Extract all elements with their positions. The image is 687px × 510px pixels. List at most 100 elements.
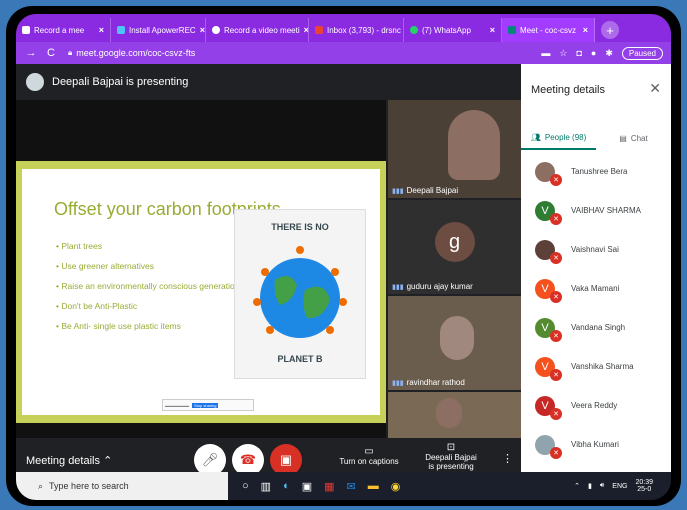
tray-chevron-icon[interactable]: ⌃: [574, 482, 580, 490]
participant-name: Vaka Mamani: [571, 284, 620, 293]
video-tile[interactable]: g ▮▮▮ guduru ajay kumar: [388, 200, 521, 294]
participant-name: Vaishnavi Sai: [571, 245, 619, 254]
tab-chat[interactable]: ▤ Chat: [596, 126, 671, 150]
sharing-notice-bar: ▬▬▬▬▬▬ Stop sharing: [162, 399, 254, 411]
avatar-initial: V: [541, 360, 549, 373]
audio-level-icon: ▮▮▮: [392, 187, 404, 195]
muted-mic-icon: ✕: [550, 407, 562, 420]
captions-button[interactable]: ▭ Turn on captions: [334, 446, 404, 466]
participant-row[interactable]: V ✕ VAIBHAV SHARMA: [521, 191, 671, 230]
gmail-favicon-icon: [315, 26, 323, 34]
meet-favicon-icon: [508, 26, 516, 34]
participant-name: Veera Reddy: [571, 401, 618, 410]
task-view-icon[interactable]: ▥: [261, 480, 271, 493]
browser-tab-active[interactable]: Meet - coc-csvz ×: [502, 18, 595, 42]
present-screen-icon: ⊡: [446, 442, 456, 453]
phone-hangup-icon: ☎︎: [239, 452, 257, 467]
avatar-initial: V: [541, 282, 549, 295]
back-arrow-icon[interactable]: →: [24, 47, 38, 59]
device-frame: Record a mee × Install ApowerREC × Record …: [6, 6, 681, 506]
stop-sharing-button[interactable]: Stop sharing: [192, 402, 219, 408]
participant-avatar: ✕: [535, 161, 562, 186]
participant-avatar: V ✕: [535, 395, 562, 420]
participant-row[interactable]: V ✕ Vanshika Sharma: [521, 347, 671, 386]
browser-tab[interactable]: Inbox (3,793) - drsnc×: [309, 18, 404, 42]
slide-bullets: Plant trees Use greener alternatives Rai…: [56, 241, 239, 341]
network-icon[interactable]: ▮: [588, 482, 592, 490]
mail-icon[interactable]: ✉: [347, 480, 356, 493]
tile-name: ▮▮▮ ravindhar rathod: [392, 378, 465, 387]
presenter-banner: Deepali Bajpai is presenting: [16, 64, 521, 100]
close-icon[interactable]: ✕: [649, 80, 661, 97]
profile-paused-button[interactable]: Paused: [621, 46, 663, 60]
store-icon[interactable]: ▣: [302, 480, 312, 493]
reload-icon[interactable]: C: [44, 47, 58, 59]
avatar-initial: V: [541, 399, 549, 412]
edge-icon[interactable]: ◐: [283, 480, 290, 493]
clock[interactable]: 20:39 25-0: [635, 479, 653, 493]
new-tab-button[interactable]: +: [601, 21, 619, 39]
browser-tab[interactable]: (7) WhatsApp ×: [404, 18, 502, 42]
extension-icon[interactable]: ●: [591, 48, 596, 58]
close-tab-icon[interactable]: ×: [99, 25, 104, 35]
video-tile[interactable]: ▮▮▮ Deepali Bajpai: [388, 100, 521, 198]
browser-tab[interactable]: Record a video meeti ×: [206, 18, 309, 42]
camera-off-icon: ▣: [279, 452, 293, 467]
toolbar-actions: ▬ ☆ ◘ ● ✱ Paused: [541, 46, 671, 60]
taskbar-search[interactable]: ⌕ Type here to search: [16, 472, 228, 500]
office-icon[interactable]: ▦: [324, 480, 334, 493]
close-tab-icon[interactable]: ×: [490, 25, 495, 35]
chrome-icon[interactable]: ◉: [391, 480, 401, 493]
earth-illustration: [253, 246, 347, 338]
puzzle-icon[interactable]: ✱: [605, 48, 613, 59]
video-tile[interactable]: [388, 392, 521, 438]
more-options-icon[interactable]: ⋮: [502, 452, 513, 465]
system-tray: ⌃ ▮ 🔊︎ ENG 20:39 25-0: [574, 479, 671, 493]
tab-label: Meet - coc-csvz: [520, 25, 577, 35]
browser-tab[interactable]: Record a mee ×: [16, 18, 111, 42]
explorer-icon[interactable]: ▬: [368, 480, 379, 493]
participant-row[interactable]: V ✕ Vandana Singh: [521, 308, 671, 347]
url-field[interactable]: meet.google.com/coc-csvz-fts: [76, 48, 195, 58]
muted-mic-icon: ✕: [550, 290, 562, 303]
star-icon[interactable]: ☆: [559, 48, 567, 59]
participant-avatar: ✕: [535, 239, 562, 264]
search-placeholder: Type here to search: [49, 481, 129, 491]
language-indicator[interactable]: ENG: [612, 483, 627, 490]
participant-row[interactable]: ✕ Tanushree Bera: [521, 152, 671, 191]
muted-mic-icon: ✕: [550, 446, 562, 459]
meet-area: Deepali Bajpai is presenting Offset your…: [16, 64, 671, 498]
participant-row[interactable]: V ✕ Veera Reddy: [521, 386, 671, 425]
presenting-button[interactable]: ⊡ Deepali Bajpai is presenting: [416, 442, 486, 471]
captions-icon: ▭: [364, 446, 374, 457]
participant-name: Vibha Kumari: [571, 440, 619, 449]
muted-mic-icon: ✕: [550, 368, 562, 381]
volume-icon[interactable]: 🔊︎: [600, 482, 604, 490]
video-tile[interactable]: ▮▮▮ ravindhar rathod: [388, 296, 521, 390]
participant-name: Vandana Singh: [571, 323, 626, 332]
slide-bullet: Use greener alternatives: [56, 261, 239, 271]
participant-avatar: ✕: [535, 434, 562, 459]
tab-label: Record a mee: [34, 25, 85, 35]
captions-label: Turn on captions: [339, 457, 399, 466]
tab-people-label: People (98): [544, 132, 587, 142]
cortana-icon[interactable]: ○: [242, 480, 249, 493]
panel-title: Meeting details: [531, 84, 605, 96]
chevron-up-icon: ⌃: [103, 455, 113, 467]
presenting-line: Deepali Bajpai: [425, 453, 477, 462]
tab-people[interactable]: 👥︎ People (98): [521, 126, 596, 150]
extension-icon[interactable]: ◘: [576, 48, 581, 58]
camera-icon[interactable]: ▬: [541, 48, 550, 58]
windows-taskbar: ⌕ Type here to search ○ ▥ ◐ ▣ ▦ ✉ ▬ ◉ ⌃ ▮…: [16, 472, 671, 500]
participant-row[interactable]: ✕ Vaishnavi Sai: [521, 230, 671, 269]
close-tab-icon[interactable]: ×: [583, 25, 588, 35]
participant-row[interactable]: ✕ Vibha Kumari: [521, 425, 671, 464]
muted-mic-icon: ✕: [550, 251, 562, 264]
lock-icon: 🔒︎: [68, 48, 73, 57]
browser-tab[interactable]: Install ApowerREC ×: [111, 18, 206, 42]
participant-row[interactable]: V ✕ Vaka Mamani: [521, 269, 671, 308]
address-bar: → C 🔒︎ meet.google.com/coc-csvz-fts ▬ ☆ …: [16, 42, 671, 64]
meeting-details-toggle[interactable]: Meeting details ⌃: [26, 454, 112, 467]
presenter-avatar: [26, 73, 44, 91]
close-tab-icon[interactable]: ×: [200, 25, 205, 35]
